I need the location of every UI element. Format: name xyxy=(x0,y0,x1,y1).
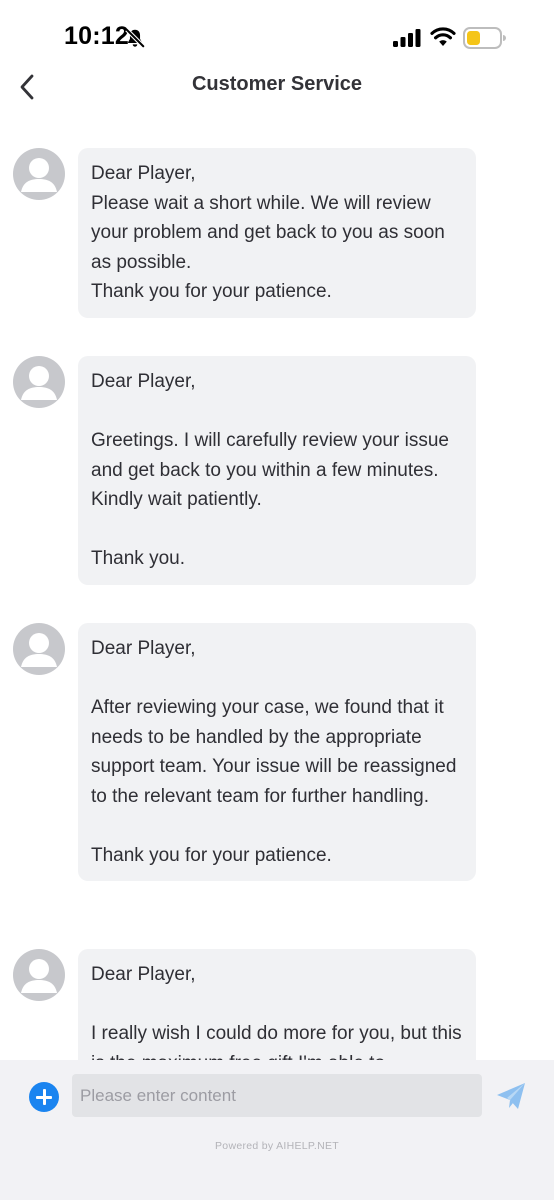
message-bubble: Dear Player, I really wish I could do mo… xyxy=(78,949,476,1060)
chat-screen: 10:12 Customer Service Dear Player, Plea… xyxy=(0,0,554,1200)
message-bubble: Dear Player, Please wait a short while. … xyxy=(78,148,476,318)
send-paper-plane-icon xyxy=(497,1083,525,1109)
message-input[interactable] xyxy=(72,1074,482,1117)
send-button[interactable] xyxy=(495,1080,527,1112)
user-avatar-icon xyxy=(13,356,65,408)
user-avatar-icon xyxy=(13,623,65,675)
battery-low-icon xyxy=(463,27,506,49)
nav-bar: Customer Service xyxy=(0,62,554,110)
plus-circle-icon[interactable] xyxy=(29,1082,59,1112)
cellular-signal-icon xyxy=(393,29,421,47)
message-list[interactable]: Dear Player, Please wait a short while. … xyxy=(0,110,554,1060)
composer-bar: Powered by AIHELP.NET xyxy=(0,1060,554,1200)
powered-by-footer: Powered by AIHELP.NET xyxy=(215,1140,339,1152)
status-time: 10:12 xyxy=(64,22,129,50)
bell-slash-icon xyxy=(125,28,145,48)
page-title: Customer Service xyxy=(191,73,363,95)
user-avatar-icon xyxy=(13,148,65,200)
user-avatar-icon xyxy=(13,949,65,1001)
message-bubble: Dear Player, Greetings. I will carefully… xyxy=(78,356,476,585)
wifi-icon xyxy=(430,27,456,46)
message-bubble: Dear Player, After reviewing your case, … xyxy=(78,623,476,881)
